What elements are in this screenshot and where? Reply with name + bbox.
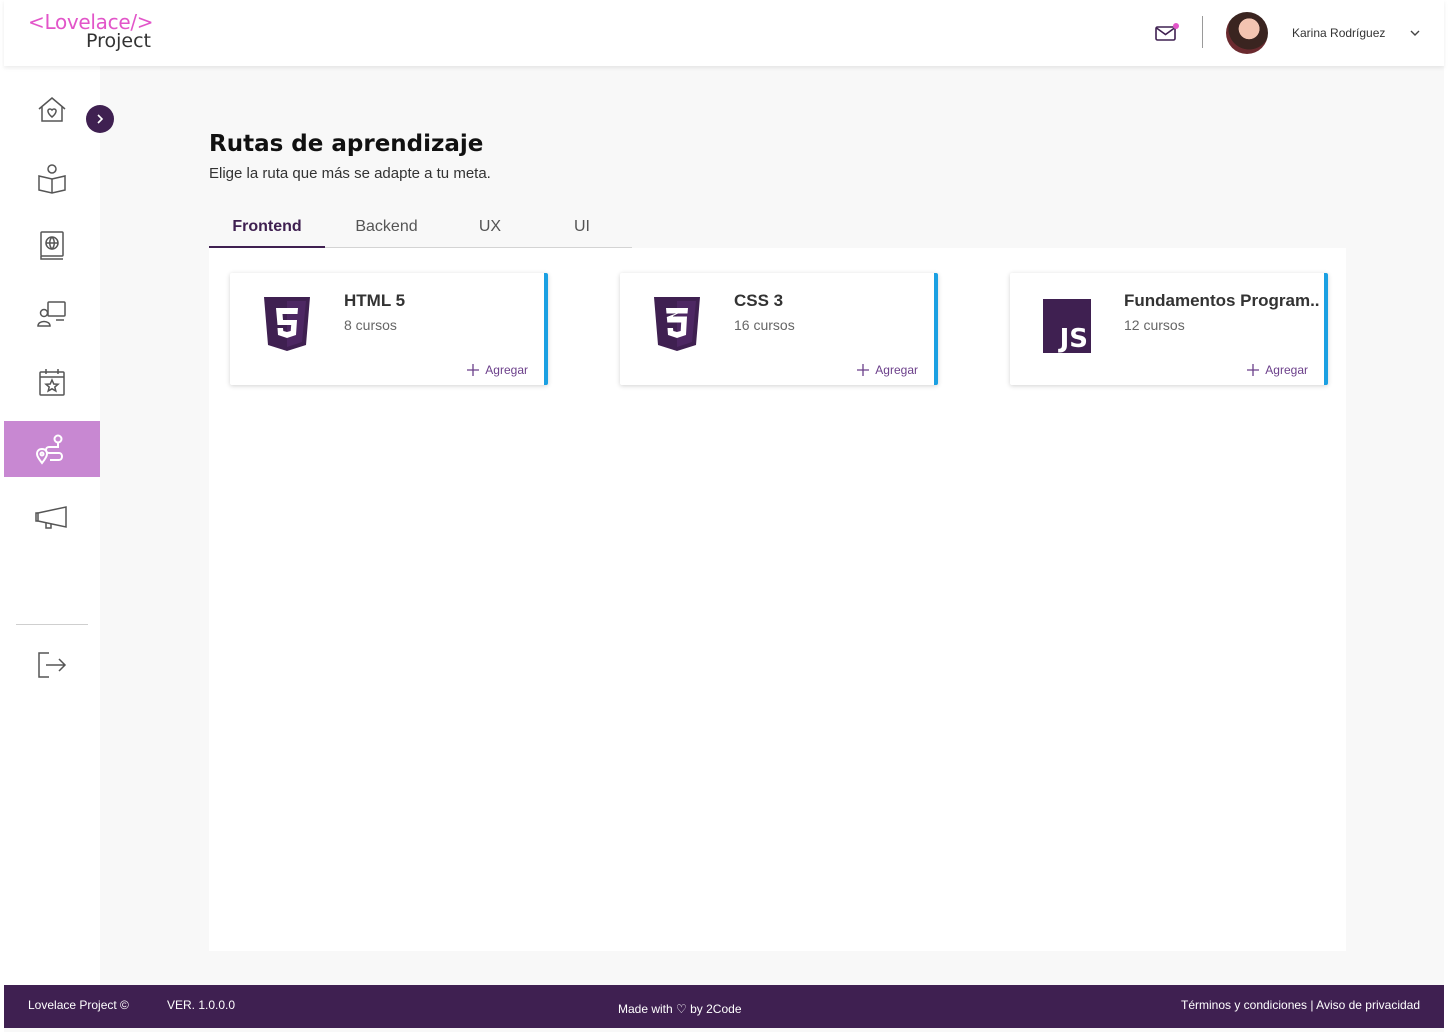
plus-icon [1247,364,1260,376]
sidebar-divider [16,624,88,625]
sidebar-item-courses[interactable] [4,150,100,206]
tab-backend[interactable]: Backend [325,206,448,248]
notification-dot [1173,23,1179,29]
add-label: Agregar [875,363,918,377]
plus-icon [467,364,480,376]
add-button[interactable]: Agregar [856,363,918,377]
chevron-down-icon[interactable] [1408,26,1422,40]
mentor-board-icon [37,301,66,327]
add-label: Agregar [1265,363,1308,377]
card-course-count: 8 cursos [344,317,397,333]
app-logo[interactable]: <Lovelace/> Project [28,12,154,52]
sidebar-toggle-button[interactable] [86,105,114,133]
add-label: Agregar [485,363,528,377]
card-title: Fundamentos Program.. [1124,291,1320,310]
sidebar-item-resources[interactable] [4,217,100,273]
plus-icon [857,364,870,376]
home-heart-icon [38,97,66,122]
css3-icon [652,295,702,353]
route-card-html5[interactable]: HTML 5 8 cursos Agregar [230,273,548,385]
add-button[interactable]: Agregar [466,363,528,377]
mail-icon[interactable] [1154,22,1180,44]
card-course-count: 12 cursos [1124,317,1185,333]
card-title: HTML 5 [344,291,406,310]
user-name[interactable]: Karina Rodríguez [1292,26,1385,40]
route-tabs: Frontend Backend UX UI [209,206,632,248]
globe-book-icon [40,231,64,260]
svg-text:JS: JS [1058,324,1088,353]
footer-version: VER. 1.0.0.0 [167,998,236,1012]
card-course-count: 16 cursos [734,317,795,333]
route-pin-icon [35,434,63,465]
calendar-star-icon [39,369,65,396]
html5-icon [262,295,312,353]
page-title: Rutas de aprendizaje [209,131,484,157]
page-subtitle: Elige la ruta que más se adapte a tu met… [209,165,491,182]
sidebar-item-mentoring[interactable] [4,285,100,341]
top-header: <Lovelace/> Project Karina Rodríguez [4,0,1444,66]
sidebar [4,66,100,985]
reader-book-icon [38,164,66,194]
logout-icon [38,652,67,678]
user-avatar[interactable] [1226,12,1268,54]
sidebar-item-announcements[interactable] [4,489,100,545]
card-title: CSS 3 [734,291,784,310]
megaphone-icon [35,506,67,529]
tab-ui[interactable]: UI [532,206,632,248]
add-button[interactable]: Agregar [1246,363,1308,377]
sidebar-item-home[interactable] [4,82,100,138]
footer-brand: Lovelace Project © [28,998,129,1012]
javascript-icon: JS [1042,295,1092,354]
tab-ux[interactable]: UX [448,206,532,248]
footer-made-with: Made with ♡ by 2Code [618,1002,742,1016]
header-divider [1202,16,1203,48]
tab-frontend[interactable]: Frontend [209,206,325,248]
footer: Lovelace Project © VER. 1.0.0.0 Made wit… [4,985,1444,1028]
route-card-programming-fundamentals[interactable]: JS Fundamentos Program.. 12 cursos Agreg… [1010,273,1328,385]
sidebar-item-routes[interactable] [4,421,100,477]
footer-legal-links[interactable]: Términos y condiciones | Aviso de privac… [1181,998,1420,1012]
sidebar-item-logout[interactable] [4,637,100,693]
sidebar-item-calendar[interactable] [4,354,100,410]
logo-subtext: Project [86,30,152,52]
route-card-css3[interactable]: CSS 3 16 cursos Agregar [620,273,938,385]
chevron-right-icon [97,114,104,124]
